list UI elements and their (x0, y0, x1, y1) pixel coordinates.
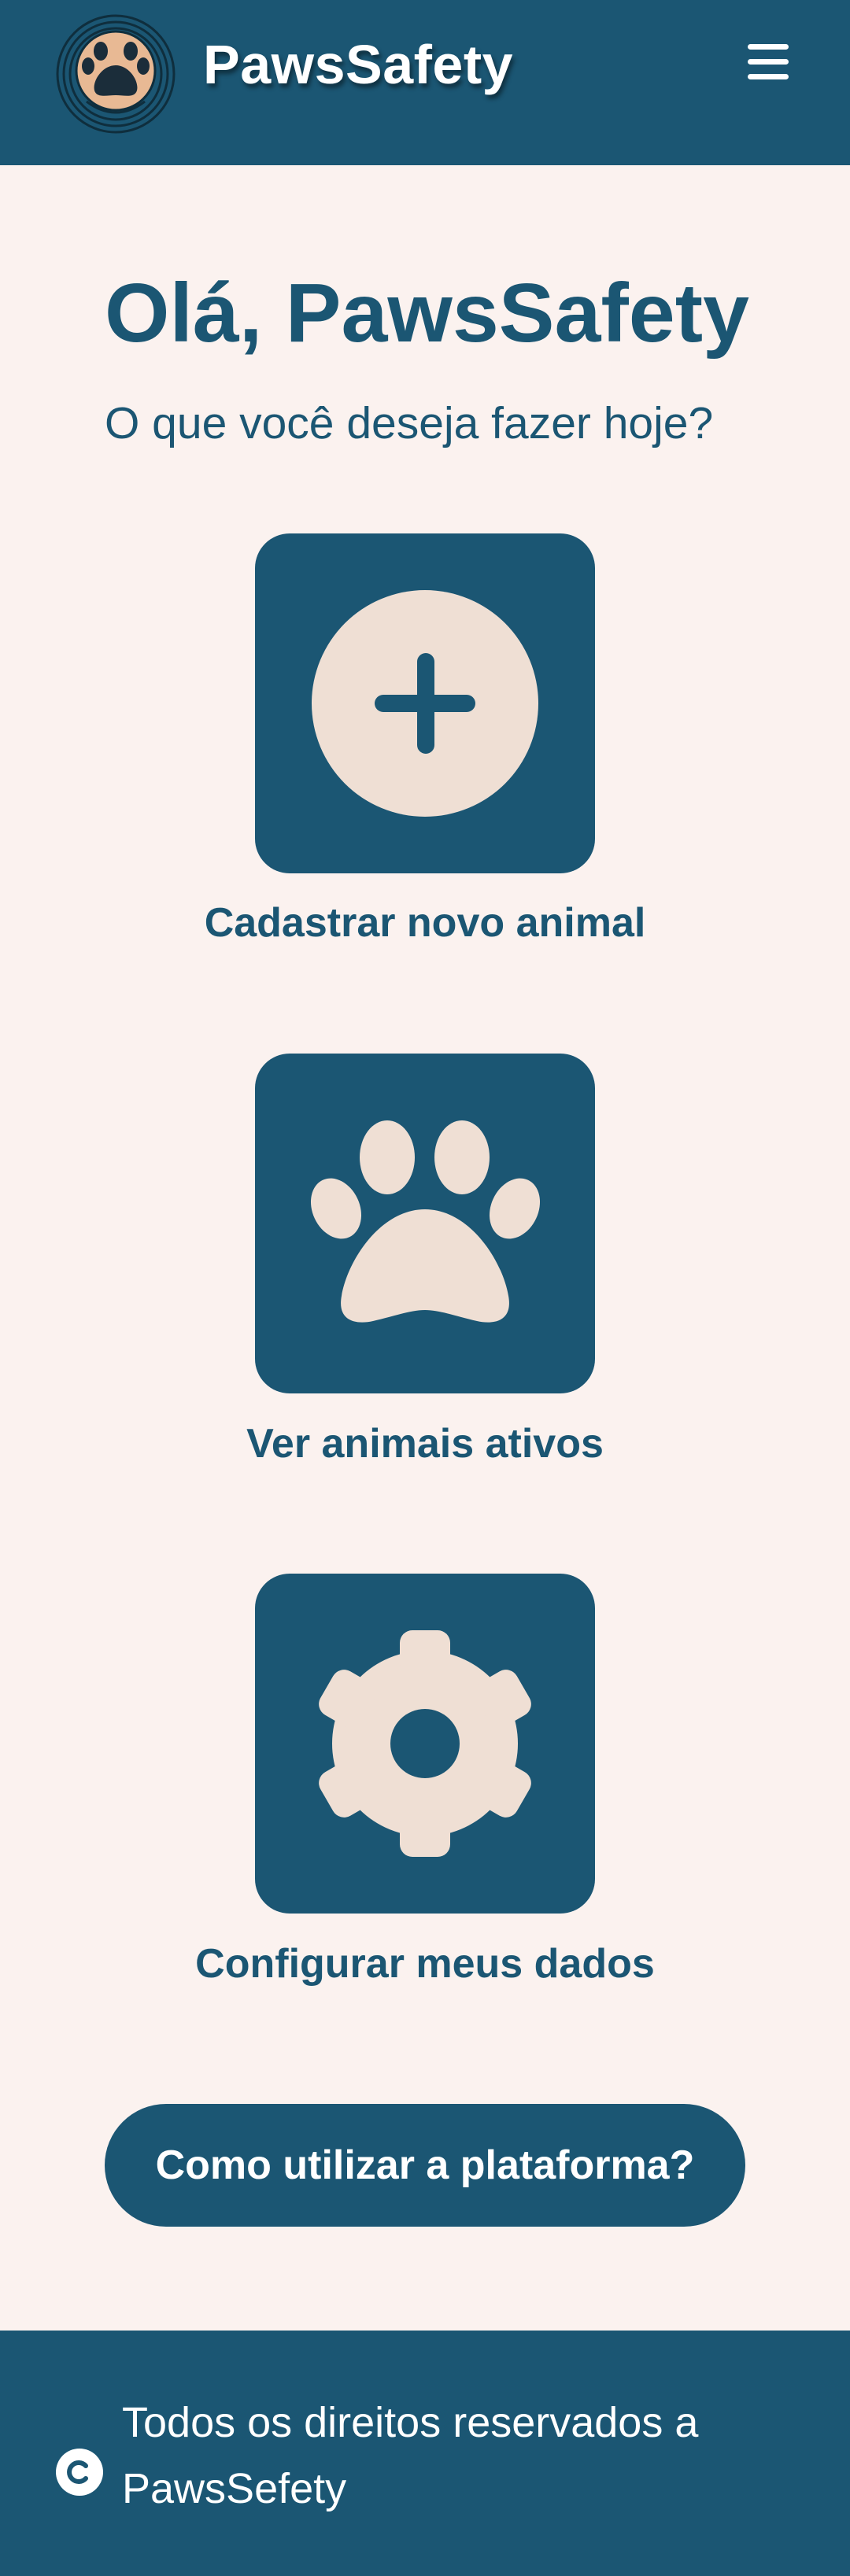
configure-data-label[interactable]: Configurar meus dados (0, 1940, 850, 1987)
view-active-animals-button[interactable] (255, 1054, 595, 1393)
copyright-icon (56, 2449, 103, 2496)
paw-logo-icon[interactable] (55, 13, 176, 135)
configure-data-button[interactable] (255, 1574, 595, 1914)
gear-icon (319, 1630, 531, 1857)
plus-circle-icon (312, 590, 538, 817)
paw-icon (310, 1120, 541, 1323)
footer: Todos os direitos reservados a PawsSefet… (0, 2331, 850, 2576)
top-navbar: PawsSafety (0, 0, 850, 165)
register-animal-button[interactable] (255, 533, 595, 873)
hamburger-menu-icon[interactable] (748, 44, 793, 85)
page-title: Olá, PawsSafety (105, 267, 749, 360)
how-to-use-button[interactable]: Como utilizar a plataforma? (105, 2104, 745, 2227)
footer-copyright-text: Todos os direitos reservados a PawsSefet… (122, 2399, 699, 2512)
view-active-animals-label[interactable]: Ver animais ativos (0, 1420, 850, 1467)
brand-name: PawsSafety (203, 34, 514, 95)
register-animal-label[interactable]: Cadastrar novo animal (0, 899, 850, 947)
page-subtitle: O que você deseja fazer hoje? (105, 398, 714, 448)
